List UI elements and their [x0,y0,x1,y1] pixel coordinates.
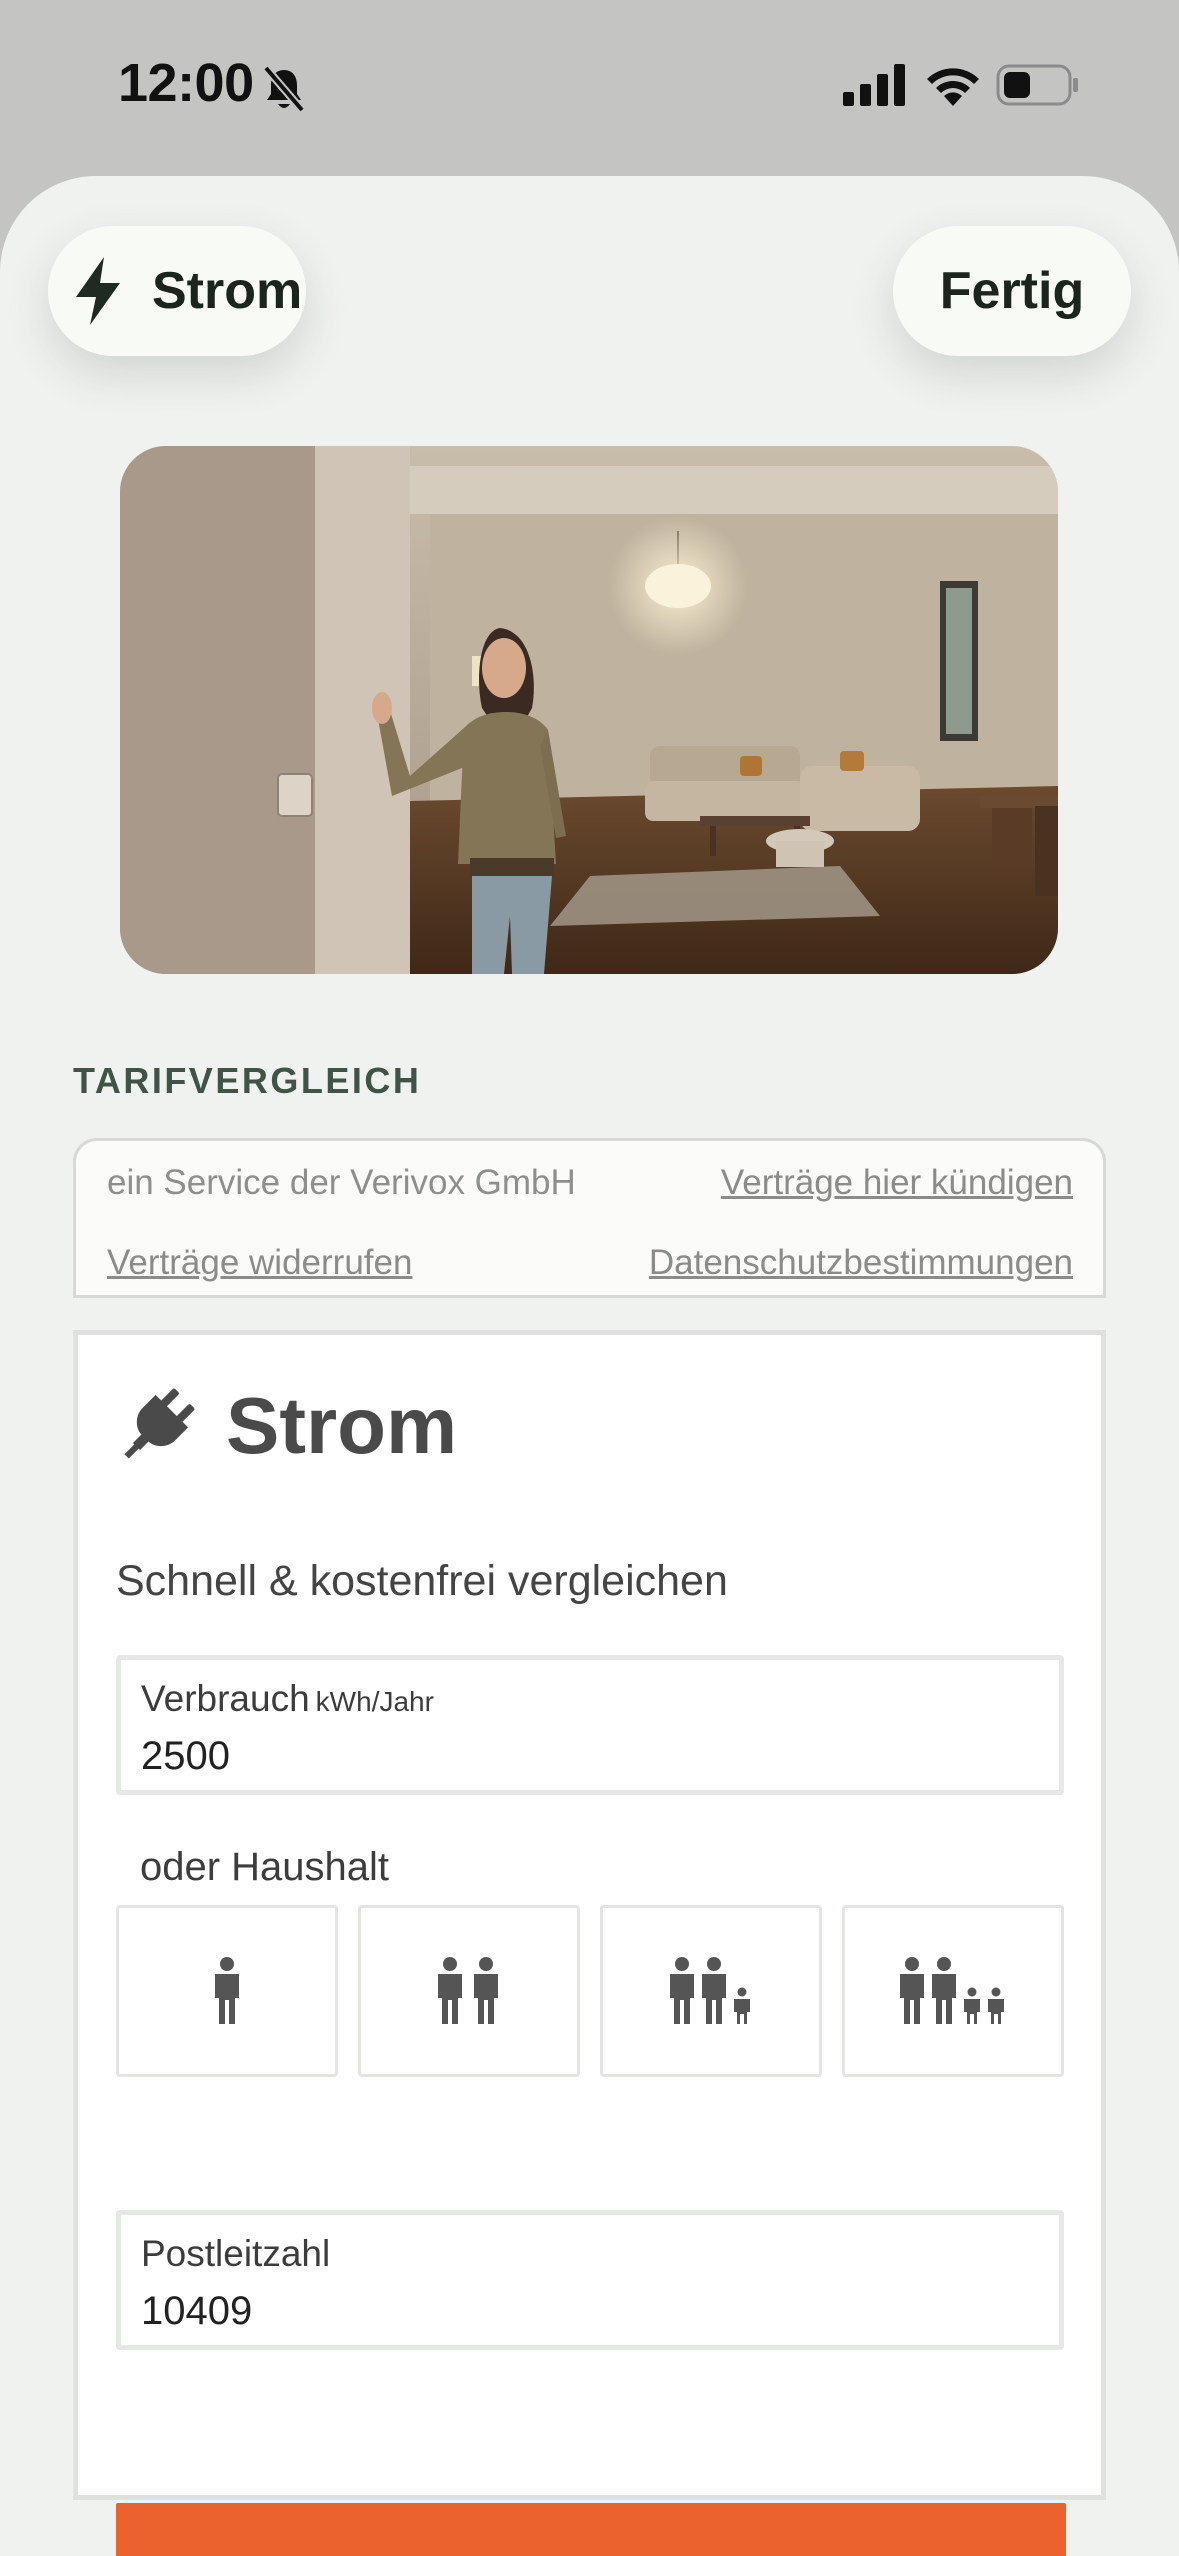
battery-icon [996,64,1078,106]
wifi-icon [927,68,979,106]
revoke-contracts-link[interactable]: Verträge widerrufen [107,1243,412,1283]
3-persons-icon [670,1957,750,2024]
household-label: oder Haushalt [140,1845,390,1889]
card-header: Strom [116,1380,457,1472]
1-person-icon [215,1957,239,2024]
plug-icon [124,1388,195,1459]
cancel-contracts-link[interactable]: Verträge hier kündigen [721,1163,1073,1203]
bell-muted-icon [262,65,306,113]
living-room-photo [120,446,1058,974]
card-title: Strom [226,1381,458,1470]
card-subtitle: Schnell & kostenfrei vergleichen [116,1557,728,1605]
service-links-box: ein Service der Verivox GmbH Verträge hi… [73,1138,1106,1298]
hero-image [120,446,1058,974]
consumption-value[interactable]: 2500 [141,1734,230,1779]
status-time: 12:00 [118,53,254,113]
zip-code-value[interactable]: 10409 [141,2289,252,2334]
consumption-label-text: Verbrauch [141,1678,310,1719]
provider-text: ein Service der Verivox GmbH [107,1163,576,1202]
status-bar: 12:00 [0,0,1179,175]
compare-now-button[interactable]: JETZT VERGLEICHEN [116,2503,1066,2556]
tariff-calculator-card: Strom Schnell & kostenfrei vergleichen V… [73,1330,1106,2556]
household-4-persons-button[interactable] [842,1905,1064,2077]
household-2-persons-button[interactable] [358,1905,580,2077]
consumption-label: Verbrauch kWh/Jahr [141,1678,434,1720]
category-title: Strom [152,262,303,320]
zip-code-label: Postleitzahl [141,2233,331,2274]
consumption-field[interactable]: Verbrauch kWh/Jahr 2500 [116,1655,1064,1795]
cellular-signal-icon [843,64,905,106]
modal-sheet: Strom Fertig TARIFVERGLEICH ein Service … [0,176,1179,2556]
household-1-person-button[interactable] [116,1905,338,2077]
zip-code-field[interactable]: Postleitzahl 10409 [116,2210,1064,2350]
4-persons-icon [900,1957,1004,2024]
2-persons-icon [438,1957,498,2024]
category-pill[interactable]: Strom [48,226,306,356]
section-title: TARIFVERGLEICH [73,1060,422,1101]
bolt-icon [76,257,120,325]
household-3-persons-button[interactable] [600,1905,822,2077]
done-button-label: Fertig [939,262,1085,320]
privacy-policy-link[interactable]: Datenschutzbestimmungen [649,1243,1073,1283]
done-button[interactable]: Fertig [893,226,1131,356]
consumption-unit: kWh/Jahr [315,1686,434,1717]
